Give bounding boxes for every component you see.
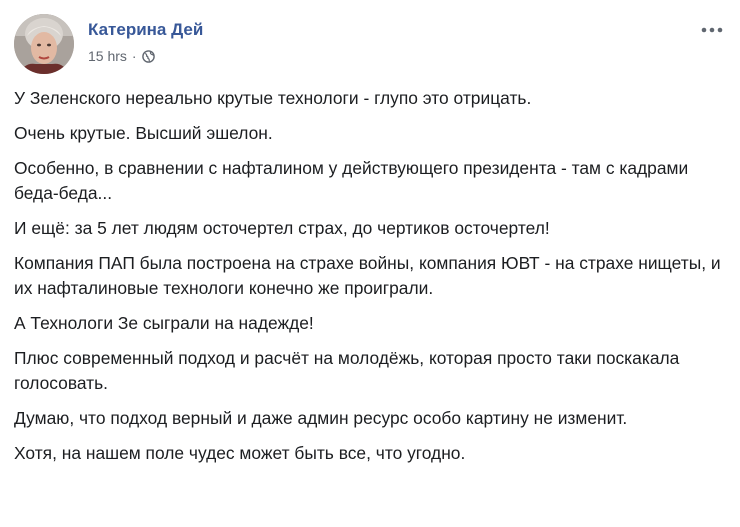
post-paragraph: Думаю, что подход верный и даже админ ре… <box>14 408 628 428</box>
post-paragraph: Компания ПАП была построена на страхе во… <box>14 253 721 298</box>
avatar-photo <box>14 14 74 74</box>
post-paragraph: Плюс современный подход и расчёт на моло… <box>14 348 680 393</box>
post-paragraph: И ещё: за 5 лет людям осточертел страх, … <box>14 218 550 238</box>
post-timestamp[interactable]: 15 hrs <box>88 48 127 64</box>
post-paragraph: У Зеленского нереально крутые технологи … <box>14 88 532 108</box>
post-paragraph: А Технологи Зе сыграли на надежде! <box>14 313 314 333</box>
post-header: Катерина Дей 15 hrs · <box>14 14 726 76</box>
globe-icon[interactable] <box>141 49 155 63</box>
meta-separator: · <box>131 48 137 64</box>
post-paragraph: Особенно, в сравнении с нафталином у дей… <box>14 158 689 203</box>
post-paragraph: Хотя, на нашем поле чудес может быть все… <box>14 443 466 463</box>
author-name-link[interactable]: Катерина Дей <box>88 20 203 40</box>
facebook-post: Катерина Дей 15 hrs · У Зеленского нереа… <box>0 0 740 527</box>
author-avatar[interactable] <box>14 14 74 74</box>
post-body: У Зеленского нереально крутые технологи … <box>14 86 726 476</box>
post-meta: 15 hrs · <box>88 48 155 64</box>
post-paragraph: Очень крутые. Высший эшелон. <box>14 123 273 143</box>
more-options-icon[interactable] <box>698 22 726 38</box>
